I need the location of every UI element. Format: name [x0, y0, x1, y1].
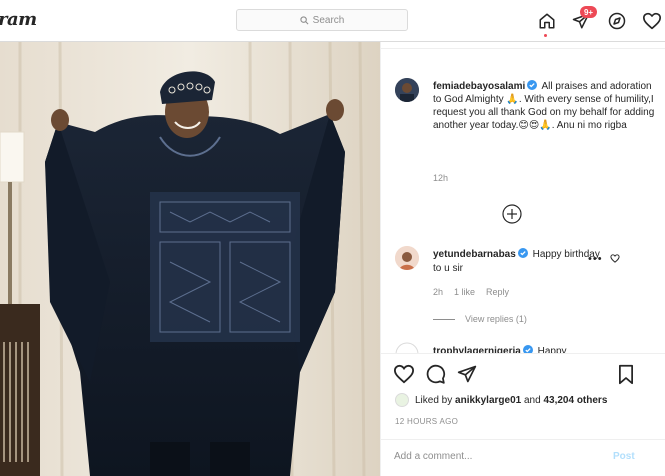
- paper-plane-icon: [457, 365, 477, 383]
- top-navigation-bar: ram Search 9+: [0, 0, 665, 42]
- panel-top-divider: [381, 42, 665, 49]
- active-indicator-dot: [544, 34, 547, 37]
- liked-by-and: and: [523, 394, 541, 406]
- actions-divider: [381, 353, 665, 354]
- caption-time[interactable]: 12h: [433, 173, 448, 183]
- search-icon: [300, 15, 309, 24]
- add-comment-input[interactable]: Add a comment...: [394, 451, 472, 462]
- comment-username[interactable]: yetundebarnabas: [433, 249, 516, 260]
- share-button[interactable]: [457, 364, 479, 386]
- heart-icon: [393, 364, 415, 384]
- comment-time[interactable]: 2h: [433, 287, 443, 297]
- view-replies-button[interactable]: View replies (1): [433, 314, 527, 324]
- commenter-avatar[interactable]: [395, 246, 419, 270]
- post-details-panel: femiadebayosalami All praises and adorat…: [380, 42, 665, 476]
- bookmark-icon: [619, 364, 633, 385]
- explore-compass-icon[interactable]: [606, 10, 628, 32]
- comment-button[interactable]: [425, 364, 447, 386]
- comment-bubble-icon: [426, 364, 446, 384]
- comment-options-icon[interactable]: •••: [588, 253, 603, 265]
- post-caption: femiadebayosalami All praises and adorat…: [433, 80, 661, 132]
- comment: yetundebarnabas Happy birthday to u sir: [433, 248, 603, 276]
- liker-username[interactable]: anikkylarge01: [455, 395, 521, 406]
- post-photo[interactable]: [0, 42, 380, 476]
- plus-circle-icon: [502, 204, 522, 224]
- view-replies-label: View replies (1): [465, 314, 527, 324]
- reply-button[interactable]: Reply: [486, 287, 509, 297]
- activity-heart-icon[interactable]: [641, 10, 663, 32]
- comment-likes[interactable]: 1 like: [454, 287, 475, 297]
- likes-others-count[interactable]: 43,204 others: [543, 395, 607, 406]
- home-icon[interactable]: [536, 10, 558, 32]
- author-avatar[interactable]: [395, 78, 419, 102]
- post-timestamp[interactable]: 12 HOURS AGO: [395, 417, 458, 426]
- liker-avatar[interactable]: [395, 393, 409, 407]
- post-comment-button[interactable]: Post: [613, 451, 635, 462]
- comment-meta: 2h 1 like Reply: [433, 287, 509, 297]
- like-comment-heart-icon[interactable]: [610, 254, 620, 266]
- photo-illustration: [0, 42, 380, 476]
- verified-badge-icon: [517, 248, 528, 258]
- search-input[interactable]: Search: [236, 9, 408, 31]
- instagram-logo[interactable]: ram: [0, 9, 37, 30]
- save-button[interactable]: [617, 364, 639, 386]
- verified-badge-icon: [527, 80, 538, 90]
- add-comment-divider: [381, 439, 665, 440]
- replies-dash: [433, 318, 455, 320]
- liked-by-prefix: Liked by: [415, 394, 453, 406]
- like-button[interactable]: [393, 364, 415, 386]
- load-more-comments-button[interactable]: [502, 204, 522, 224]
- author-username[interactable]: femiadebayosalami: [433, 81, 525, 92]
- search-placeholder: Search: [312, 14, 345, 26]
- likes-summary: Liked by anikkylarge01 and 43,204 others: [395, 393, 607, 407]
- notification-badge: 9+: [580, 6, 597, 18]
